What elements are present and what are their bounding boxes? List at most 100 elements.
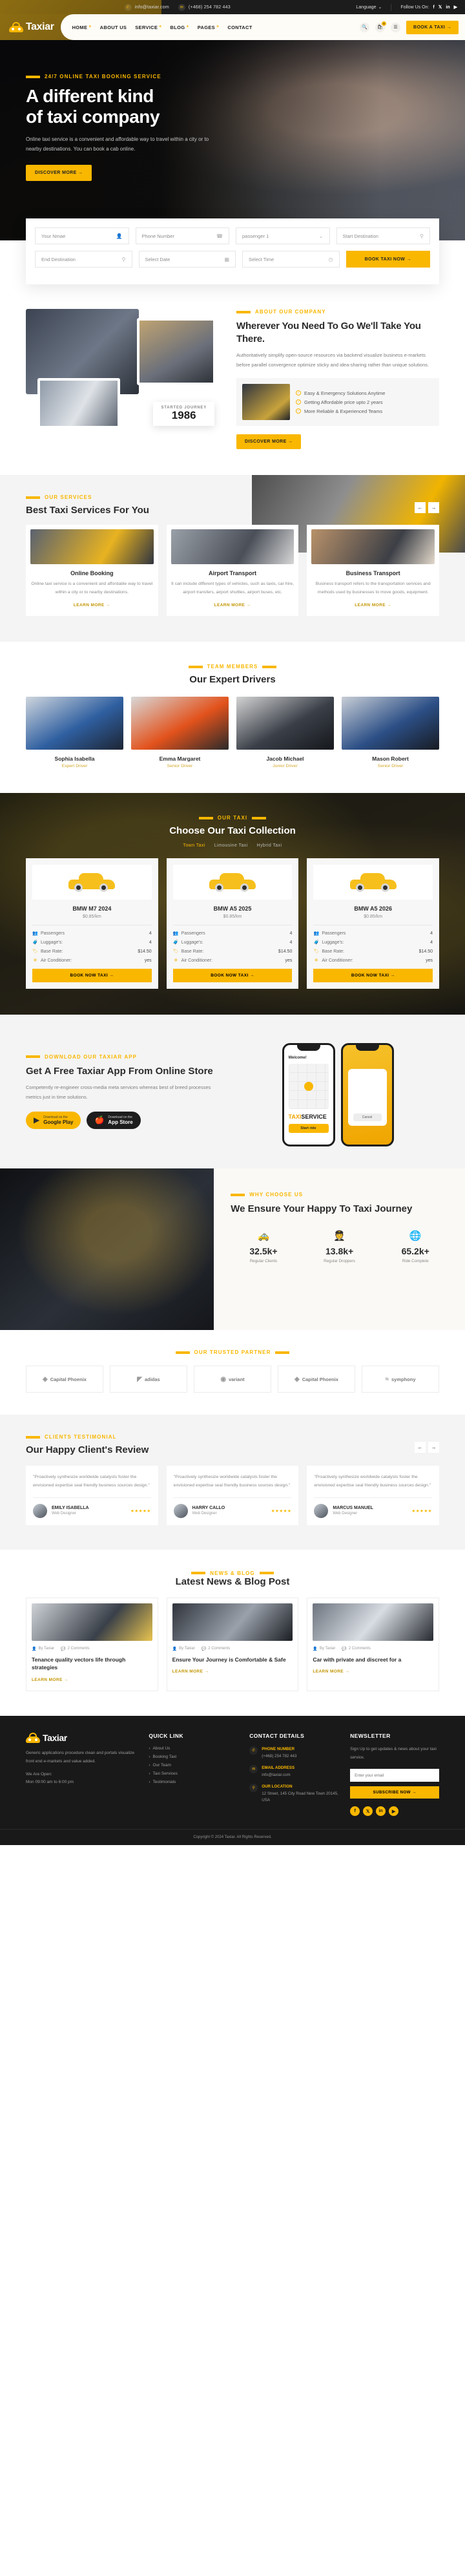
contact-phone[interactable]: ✉ (+468) 254 782 443 — [178, 3, 231, 11]
nav-item-blog[interactable]: BLOG + — [170, 25, 189, 30]
footer-contact-phone[interactable]: ✆ PHONE NUMBER (+468) 254 782 443 — [249, 1746, 338, 1760]
passenger-select[interactable]: passenger 1 ⌄ — [236, 227, 330, 244]
time-input[interactable]: Select Time ◷ — [242, 251, 340, 268]
book-now-taxi-button[interactable]: BOOK NOW TAXI → — [313, 969, 433, 983]
footer-logo[interactable]: Taxiar — [26, 1733, 137, 1744]
review-card: "Proactively synthesize worldwide cataly… — [166, 1466, 299, 1525]
book-a-taxi-button[interactable]: BOOK A TAXI → — [406, 20, 459, 34]
start-destination-input[interactable]: Start Destination ⚲ — [336, 227, 430, 244]
footer-newsletter-desc: Sign Up to get updates & news about your… — [350, 1747, 437, 1760]
phone-start-ride-button[interactable]: Start ride — [288, 1124, 329, 1134]
footer-link-testimonials[interactable]: › Testimonials — [149, 1780, 238, 1784]
footer-link-our-team[interactable]: › Our Team — [149, 1763, 238, 1768]
footer-quick-link-title: QUICK LINK — [149, 1733, 183, 1740]
blog-card[interactable]: 👤 By Taxiar 💬 2 Comments Tenance quality v… — [26, 1597, 158, 1692]
date-input[interactable]: Select Date ▦ — [138, 251, 236, 268]
spec-value: yes — [285, 958, 293, 963]
blog-author-text: By Taxiar — [319, 1647, 336, 1651]
facebook-icon[interactable]: f — [350, 1806, 360, 1817]
linkedin-icon[interactable]: in — [376, 1806, 386, 1817]
tab-limousine-taxi[interactable]: Limousine Taxi — [214, 843, 248, 848]
stats-title: We Ensure Your Happy To Taxi Journey — [231, 1203, 413, 1215]
nav-item-contact[interactable]: CONTACT — [227, 25, 252, 30]
nav-item-pages[interactable]: PAGES + — [198, 25, 220, 30]
carousel-prev-button[interactable]: ← — [415, 502, 426, 514]
carousel-next-button[interactable]: → — [428, 502, 439, 514]
blog-learn-more-link[interactable]: LEARN MORE → — [313, 1669, 349, 1674]
phone-input[interactable]: Phone Number ☎ — [135, 227, 229, 244]
newsletter-subscribe-button[interactable]: SUBSCRIBE NOW → — [350, 1786, 439, 1799]
driver-card[interactable]: Mason Robert Senior Driver — [342, 697, 439, 768]
service-card[interactable]: Business Transport Business transport re… — [307, 525, 440, 617]
contact-email[interactable]: ✆ info@taxiar.com — [124, 3, 169, 11]
facebook-icon[interactable]: f — [433, 5, 434, 10]
book-taxi-now-button[interactable]: BOOK TAXI NOW → — [346, 251, 430, 268]
input-placeholder: End Destination — [41, 256, 76, 262]
google-play-button[interactable]: ▶ Download on the Google Play — [26, 1111, 81, 1130]
blog-author: 👤 By Taxiar — [172, 1647, 195, 1651]
driver-name: Sophia Isabella — [54, 755, 95, 763]
footer-link-about-us[interactable]: › About Us — [149, 1746, 238, 1751]
blog-learn-more-link[interactable]: LEARN MORE → — [32, 1678, 68, 1682]
phone-cancel-button[interactable]: Cancel — [353, 1114, 382, 1122]
service-learn-more-link[interactable]: LEARN MORE → — [355, 603, 391, 607]
nav-item-about-us[interactable]: ABOUT US — [100, 25, 127, 30]
app-store-button[interactable]: 🍎 Download on the App Store — [87, 1111, 141, 1130]
globe-icon: 🌐 — [409, 1230, 422, 1242]
about-cta-button[interactable]: DISCOVER MORE → — [236, 434, 302, 450]
reviews-prev-button[interactable]: ← — [415, 1442, 426, 1453]
footer-hours-label: We Are Open: — [26, 1772, 52, 1777]
footer-link-booking-taxi[interactable]: › Booking Taxi — [149, 1755, 238, 1759]
menu-icon[interactable]: ☰ — [391, 22, 400, 32]
blog-card[interactable]: 👤 By Taxiar 💬 2 Comments Car with private … — [307, 1597, 440, 1692]
service-learn-more-link[interactable]: LEARN MORE → — [214, 603, 251, 607]
nav-item-service[interactable]: SERVICE + — [135, 25, 161, 30]
cart-icon[interactable]: 🛍 0 — [375, 21, 386, 32]
chevron-down-icon: ⌄ — [378, 5, 382, 10]
service-card[interactable]: Online Booking Online taxi service is a … — [26, 525, 158, 617]
footer-contact-location[interactable]: ⚲ OUR LOCATION 12 Street, 145 City Road N… — [249, 1784, 338, 1804]
reviewer-role: Web Designer — [333, 1512, 358, 1516]
youtube-icon[interactable]: ▶ — [454, 5, 457, 10]
twitter-icon[interactable]: 𝕏 — [363, 1806, 373, 1817]
partners-eyebrow: OUR TRUSTED PARTNER — [26, 1349, 439, 1355]
language-selector[interactable]: Language ⌄ — [356, 5, 382, 10]
page-root: ✆ info@taxiar.com ✉ (+468) 254 782 443 L… — [0, 0, 465, 1846]
ac-icon: ❄ — [174, 958, 178, 964]
blog-learn-more-link[interactable]: LEARN MORE → — [172, 1669, 209, 1674]
driver-card[interactable]: Emma Margaret Senior Driver — [131, 697, 229, 768]
search-icon[interactable]: 🔍 — [360, 22, 369, 32]
app-title: Get A Free Taxiar App From Online Store — [26, 1065, 213, 1077]
tab-town-taxi[interactable]: Town Taxi — [183, 843, 205, 848]
footer-link-taxi-services[interactable]: › Taxi Services — [149, 1771, 238, 1776]
blog-card[interactable]: 👤 By Taxiar 💬 2 Comments Ensure Your Journ… — [166, 1597, 299, 1692]
taxi-icon: 🚕 — [257, 1230, 270, 1242]
hero-cta-button[interactable]: DISCOVER MORE → — [26, 164, 92, 181]
service-card[interactable]: Airport Transport It can include differe… — [166, 525, 299, 617]
car-spec-passengers: 👥 Passengers 4 — [32, 931, 152, 936]
tab-hybrid-taxi[interactable]: Hybrid Taxi — [257, 843, 282, 848]
reviews-title: Our Happy Client's Review — [26, 1444, 149, 1456]
driver-card[interactable]: Jacob Michael Junior Driver — [236, 697, 334, 768]
store-big-text: App Store — [108, 1119, 133, 1125]
book-now-taxi-button[interactable]: BOOK NOW TAXI → — [32, 969, 152, 983]
footer-contact-email[interactable]: ✉ EMAIL ADDRESS info@taxiar.com — [249, 1765, 338, 1779]
rate-icon: 🏷 — [313, 949, 320, 955]
twitter-icon[interactable]: 𝕏 — [439, 5, 442, 10]
footer-link-text: Our Team — [152, 1763, 171, 1768]
name-input[interactable]: Your Nmae 👤 — [35, 227, 129, 244]
newsletter-email-input[interactable] — [350, 1769, 439, 1782]
input-placeholder: Your Nmae — [41, 233, 66, 239]
brand-logo[interactable]: Taxiar — [0, 21, 54, 33]
stats-eyebrow-text: WHY CHOOSE US — [249, 1192, 304, 1198]
footer-contact-title: CONTACT DETAILS — [249, 1733, 305, 1740]
end-destination-input[interactable]: End Destination ⚲ — [35, 251, 132, 268]
dash-icon — [26, 75, 40, 78]
linkedin-icon[interactable]: in — [446, 5, 450, 10]
youtube-icon[interactable]: ▶ — [389, 1806, 399, 1817]
service-learn-more-link[interactable]: LEARN MORE → — [74, 603, 110, 607]
nav-item-home[interactable]: HOME + — [72, 25, 92, 30]
book-now-taxi-button[interactable]: BOOK NOW TAXI → — [172, 969, 293, 983]
driver-card[interactable]: Sophia Isabella Expert Driver — [26, 697, 123, 768]
reviews-next-button[interactable]: → — [428, 1442, 439, 1453]
